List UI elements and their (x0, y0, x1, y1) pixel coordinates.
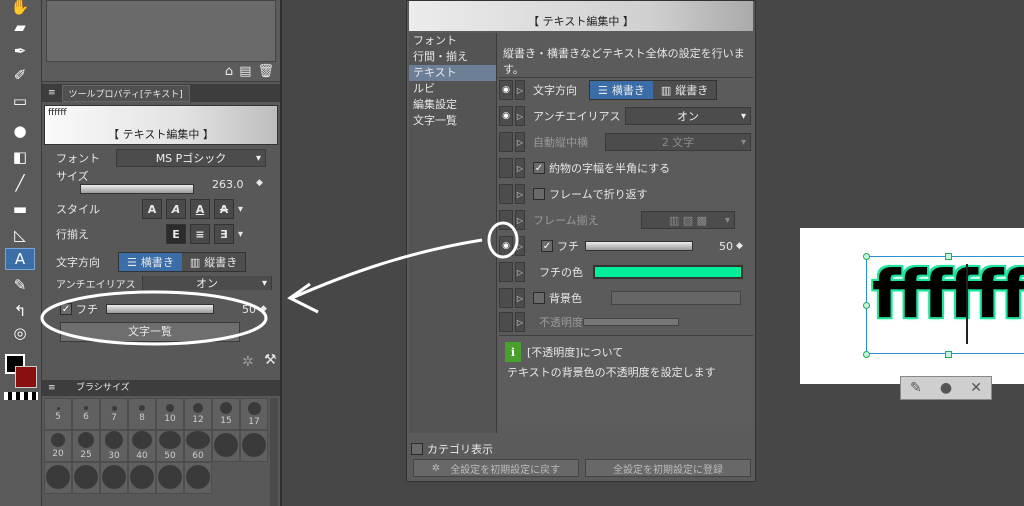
annotation-ellipse (40, 290, 268, 346)
annotation-overlay (40, 221, 519, 346)
annotation-arrow-line (291, 238, 483, 300)
annotation-circle (487, 221, 519, 259)
